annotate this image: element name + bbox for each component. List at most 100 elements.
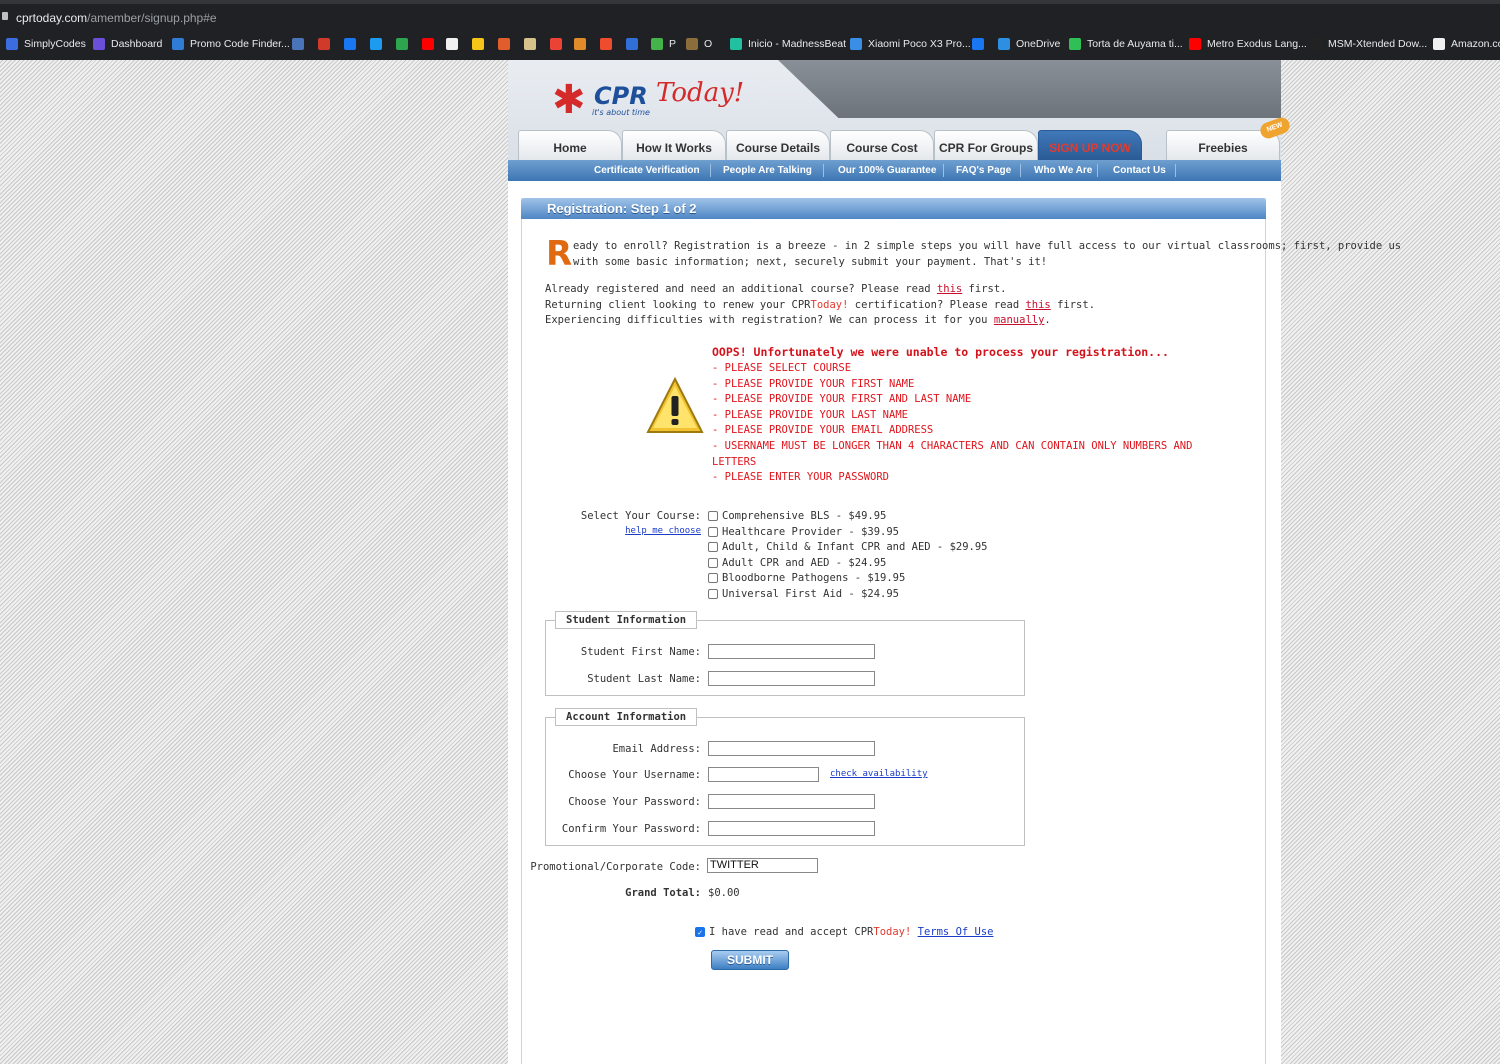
bookmark-favicon-icon <box>600 38 612 50</box>
sub-nav: Certificate Verification People Are Talki… <box>508 160 1281 181</box>
bookmark-item[interactable] <box>600 38 618 50</box>
course-option-label: Adult CPR and AED - $24.95 <box>722 556 887 569</box>
password-input[interactable] <box>708 794 875 809</box>
logo-tagline: it's about time <box>592 108 650 117</box>
course-option-label: Healthcare Provider - $39.95 <box>722 525 900 538</box>
error-item: - PLEASE PROVIDE YOUR FIRST AND LAST NAM… <box>712 393 972 406</box>
returning-client-link[interactable]: this <box>1025 299 1050 311</box>
error-title: OOPS! Unfortunately we were unable to pr… <box>712 345 1169 359</box>
terms-checkbox[interactable]: ✓ <box>695 927 705 937</box>
bookmark-item[interactable] <box>370 38 388 50</box>
bookmark-item[interactable] <box>344 38 362 50</box>
manually-link[interactable]: manually <box>994 314 1045 326</box>
bookmark-favicon-icon <box>498 38 510 50</box>
bookmark-item[interactable] <box>524 38 542 50</box>
bookmark-item[interactable] <box>446 38 464 50</box>
subnav-link[interactable]: Contact Us <box>1113 165 1166 176</box>
nav-tab[interactable]: How It Works <box>622 130 726 160</box>
intro-line-2: with some basic information; next, secur… <box>573 256 1048 268</box>
course-option[interactable]: Bloodborne Pathogens - $19.95 <box>708 572 905 584</box>
bookmark-item[interactable]: Promo Code Finder... <box>172 38 290 50</box>
error-item: - PLEASE PROVIDE YOUR LAST NAME <box>712 408 908 421</box>
subnav-link[interactable]: Our 100% Guarantee <box>838 165 936 176</box>
bookmark-item[interactable] <box>472 38 490 50</box>
url-text[interactable]: cprtoday.com/amember/signup.php#e <box>16 11 217 25</box>
bookmark-item[interactable] <box>574 38 592 50</box>
course-checkbox[interactable] <box>708 526 718 537</box>
student-info-legend: Student Information <box>555 611 698 629</box>
bookmark-label: Metro Exodus Lang... <box>1207 38 1307 50</box>
bookmark-item[interactable] <box>550 38 568 50</box>
bookmark-item[interactable]: SimplyCodes <box>6 38 86 50</box>
promo-input[interactable]: TWITTER <box>707 858 818 873</box>
already-registered-link[interactable]: this <box>937 283 962 295</box>
bookmark-favicon-icon <box>292 38 304 50</box>
bookmark-item[interactable]: Torta de Auyama ti... <box>1069 38 1183 50</box>
error-item: - USERNAME MUST BE LONGER THAN 4 CHARACT… <box>712 440 1193 452</box>
nav-tab[interactable]: Home <box>518 130 622 160</box>
subnav-link[interactable]: Who We Are <box>1034 165 1092 176</box>
submit-button[interactable]: SUBMIT <box>711 950 789 970</box>
bookmark-favicon-icon <box>344 38 356 50</box>
site-logo[interactable]: ✱ CPR Today! it's about time <box>552 78 744 124</box>
nav-tab[interactable]: SIGN UP NOW <box>1038 130 1142 160</box>
bookmark-item[interactable]: Xiaomi Poco X3 Pro... <box>850 38 971 50</box>
course-option[interactable]: Comprehensive BLS - $49.95 <box>708 510 886 522</box>
course-option-label: Bloodborne Pathogens - $19.95 <box>722 572 906 584</box>
bookmark-item[interactable]: O <box>686 38 712 50</box>
bookmark-favicon-icon <box>972 38 984 50</box>
error-item: - PLEASE SELECT COURSE <box>712 362 852 374</box>
header-banner <box>778 60 1281 118</box>
bookmark-item[interactable]: P <box>651 38 676 50</box>
subnav-divider <box>710 164 711 177</box>
subnav-divider <box>1097 164 1098 177</box>
bookmark-favicon-icon <box>1433 38 1445 50</box>
password-label: Choose Your Password: <box>568 796 701 808</box>
nav-tab[interactable]: Course Cost <box>830 130 934 160</box>
first-name-input[interactable] <box>708 644 875 659</box>
last-name-input[interactable] <box>708 671 875 686</box>
bookmark-item[interactable] <box>498 38 516 50</box>
help-me-choose-link[interactable]: help me choose <box>625 526 701 536</box>
grand-total-value: $0.00 <box>708 887 740 899</box>
nav-tab[interactable]: Course Details <box>726 130 830 160</box>
subnav-link[interactable]: FAQ's Page <box>956 165 1011 176</box>
browser-address-bar[interactable]: cprtoday.com/amember/signup.php#e <box>0 0 1500 30</box>
confirm-password-input[interactable] <box>708 821 875 836</box>
terms-of-use-link[interactable]: Terms Of Use <box>918 926 994 938</box>
nav-tab[interactable]: CPR For Groups <box>934 130 1038 160</box>
bookmark-item[interactable]: OneDrive <box>998 38 1060 50</box>
bookmark-item[interactable] <box>972 38 990 50</box>
subnav-link[interactable]: People Are Talking <box>723 165 812 176</box>
course-checkbox[interactable] <box>708 588 718 599</box>
bookmark-item[interactable] <box>318 38 336 50</box>
bookmark-item[interactable]: Amazon.co <box>1433 38 1500 50</box>
bookmark-label: Xiaomi Poco X3 Pro... <box>868 38 971 50</box>
subnav-divider <box>823 164 824 177</box>
bookmark-item[interactable] <box>422 38 440 50</box>
course-option[interactable]: Adult CPR and AED - $24.95 <box>708 557 886 569</box>
bookmark-item[interactable] <box>396 38 414 50</box>
bookmark-label: Promo Code Finder... <box>190 38 290 50</box>
bookmark-item[interactable]: Inicio - MadnessBeat <box>730 38 846 50</box>
bookmark-item[interactable]: Metro Exodus Lang... <box>1189 38 1307 50</box>
bookmarks-bar: SimplyCodes Dashboard Promo Code Finder...… <box>0 30 1500 60</box>
email-input[interactable] <box>708 741 875 756</box>
subnav-link[interactable]: Certificate Verification <box>594 165 700 176</box>
course-option[interactable]: Adult, Child & Infant CPR and AED - $29.… <box>708 541 988 553</box>
course-option[interactable]: Universal First Aid - $24.95 <box>708 588 899 600</box>
bookmark-item[interactable] <box>626 38 644 50</box>
username-input[interactable] <box>708 767 819 782</box>
check-availability-link[interactable]: check availability <box>830 769 928 779</box>
bookmark-item[interactable]: Dashboard <box>93 38 162 50</box>
bookmark-label: Torta de Auyama ti... <box>1087 38 1183 50</box>
course-label: Select Your Course: <box>580 510 701 522</box>
course-checkbox[interactable] <box>708 573 718 583</box>
course-option[interactable]: Healthcare Provider - $39.95 <box>708 526 899 538</box>
bookmark-item[interactable]: MSM-Xtended Dow... <box>1310 38 1427 50</box>
bookmark-label: OneDrive <box>1016 38 1061 50</box>
bookmark-item[interactable] <box>292 38 310 50</box>
course-checkbox[interactable] <box>708 511 718 521</box>
course-checkbox[interactable] <box>708 557 718 568</box>
course-checkbox[interactable] <box>708 542 718 552</box>
